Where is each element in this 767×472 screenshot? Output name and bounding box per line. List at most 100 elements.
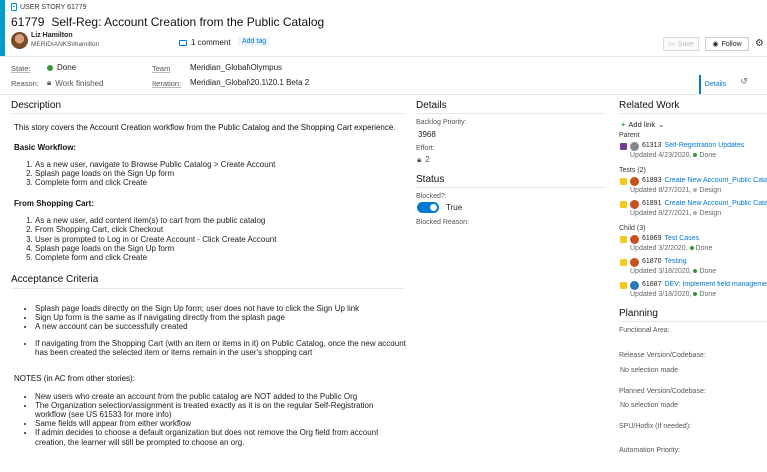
test-id: 61891: [642, 200, 662, 207]
blocked-value: True: [446, 203, 463, 212]
related-child-3[interactable]: 61687 DEV: Implement field management Up…: [620, 281, 767, 298]
history-icon[interactable]: ↺: [737, 76, 751, 90]
eye-icon: ◉: [712, 41, 719, 48]
plus-icon: +: [621, 120, 626, 129]
iteration-label: Iteration:: [152, 79, 182, 88]
state-label: State:: [11, 64, 31, 73]
lock-icon: 🔒︎: [47, 78, 52, 87]
list-item: From Shopping Cart, click Checkout: [35, 225, 406, 234]
release-version-label: Release Version/Codebase:: [619, 352, 706, 359]
acceptance-heading: Acceptance Criteria: [11, 274, 99, 285]
reason-label: Reason:: [11, 79, 39, 88]
state-field[interactable]: Done: [47, 63, 76, 72]
related-rule: [619, 113, 767, 114]
tab-divider: [0, 94, 767, 95]
header-divider: [0, 56, 767, 57]
effort-value: 2: [425, 155, 430, 164]
state-dot: [693, 188, 698, 193]
parent-title-link[interactable]: Self-Registration Updates: [664, 142, 744, 151]
list-item: The Organization selection/assignment is…: [35, 401, 406, 419]
state-dot: [689, 246, 694, 251]
list-item: Sign Up form is the same as if navigatin…: [35, 313, 406, 322]
state-dot: [693, 292, 698, 297]
child-title-link[interactable]: DEV: Implement field management: [664, 281, 767, 290]
avatar: [630, 177, 639, 186]
comment-link[interactable]: 1 comment: [179, 38, 231, 47]
planned-version-select[interactable]: No selection made: [620, 402, 678, 409]
child-state: Done: [699, 291, 717, 298]
work-item-title[interactable]: Self-Reg: Account Creation from the Publ…: [51, 15, 324, 29]
child-state: Done: [695, 245, 713, 252]
add-tag-button[interactable]: Add tag: [238, 37, 271, 46]
backlog-priority-value[interactable]: 3968: [418, 130, 436, 139]
backlog-priority-label: Backlog Priority:: [416, 119, 467, 126]
basic-workflow-list: As a new user, navigate to Browse Public…: [14, 160, 406, 188]
blocked-toggle-row[interactable]: True: [417, 202, 462, 213]
details-heading: Details: [416, 100, 447, 111]
state-dot: [693, 211, 698, 216]
iteration-value[interactable]: Meridian_Global\20.1\20.1 Beta 2: [190, 78, 309, 87]
team-label: Team: [152, 64, 171, 73]
test-id: 61893: [642, 177, 662, 184]
lock-icon: 🔒︎: [417, 155, 422, 164]
list-item: If navigating from the Shopping Cart (wi…: [35, 339, 406, 357]
child-title-link[interactable]: Test Cases: [664, 235, 699, 244]
save-button[interactable]: ▭ Save: [663, 37, 699, 51]
test-title-link[interactable]: Create New Account_Public Catalog: [664, 177, 767, 186]
spu-hotfix-label: SPU/Hotfix (If needed):: [619, 423, 691, 430]
description-heading: Description: [11, 100, 62, 111]
test-title-link[interactable]: Create New Account_Public Catalog: [664, 200, 767, 209]
related-test-1[interactable]: 61893 Create New Account_Public Catalog …: [620, 177, 767, 194]
tab-details[interactable]: Details: [699, 75, 730, 94]
status-heading: Status: [416, 174, 445, 185]
child-title-link[interactable]: Testing: [664, 258, 686, 267]
functional-area-label: Functional Area:: [619, 327, 670, 334]
add-link-button[interactable]: + Add link ⌄: [621, 120, 664, 129]
avatar: [630, 200, 639, 209]
release-version-select[interactable]: No selection made: [620, 367, 678, 374]
effort-label: Effort:: [416, 145, 435, 152]
add-link-label: Add link: [628, 120, 656, 129]
acceptance-body[interactable]: Splash page loads directly on the Sign U…: [14, 304, 406, 447]
child-id: 61869: [642, 235, 662, 242]
test-case-icon: [620, 178, 627, 185]
save-icon: ▭: [668, 41, 675, 48]
assigned-user-name[interactable]: Liz Hamilton: [31, 32, 73, 39]
related-child-2[interactable]: 61870 Testing Updated 3/18/2020, Done: [620, 258, 767, 275]
child-group-label: Child (3): [619, 225, 646, 232]
child-updated: Updated 3/18/2020,: [630, 268, 692, 275]
task-icon: [620, 259, 627, 266]
avatar[interactable]: [11, 32, 28, 49]
related-parent[interactable]: 61313 Self-Registration Updates Updated …: [620, 142, 767, 159]
tests-group-label: Tests (2): [619, 167, 646, 174]
acceptance-list: Splash page loads directly on the Sign U…: [14, 304, 406, 332]
gear-icon[interactable]: ⚙: [752, 37, 767, 51]
reason-field: 🔒︎ Work finished: [47, 78, 104, 88]
list-item: Splash page loads on the Sign Up form: [35, 169, 406, 178]
blocked-reason-label: Blocked Reason:: [416, 219, 469, 226]
task-icon: [620, 236, 627, 243]
blocked-toggle[interactable]: [417, 202, 439, 213]
related-child-1[interactable]: 61869 Test Cases Updated 3/2/2020, Done: [620, 235, 767, 252]
description-body[interactable]: This story covers the Account Creation w…: [14, 123, 406, 262]
title-row[interactable]: 61779 Self-Reg: Account Creation from th…: [11, 15, 324, 29]
team-value[interactable]: Meridian_Global\Olympus: [190, 63, 282, 72]
list-item: Same fields will appear from either work…: [35, 419, 406, 428]
description-intro: This story covers the Account Creation w…: [14, 123, 396, 132]
reason-value: Work finished: [55, 78, 104, 88]
status-rule: [416, 187, 606, 188]
avatar: [630, 281, 639, 290]
notes-list: New users who create an account from the…: [14, 392, 406, 447]
work-item-id: 61779: [11, 15, 45, 29]
state-done-dot: [47, 64, 53, 71]
avatar: [630, 258, 639, 267]
follow-button[interactable]: ◉ Follow: [705, 37, 749, 51]
child-state: Done: [699, 268, 717, 275]
acceptance-cart-list: If navigating from the Shopping Cart (wi…: [14, 339, 406, 357]
save-label: Save: [677, 40, 694, 48]
acceptance-rule: [11, 288, 404, 289]
related-test-2[interactable]: 61891 Create New Account_Public Catalog …: [620, 200, 767, 217]
parent-updated: Updated 4/23/2020,: [630, 152, 692, 159]
parent-state: Done: [699, 152, 717, 159]
related-work-heading: Related Work: [619, 100, 680, 111]
